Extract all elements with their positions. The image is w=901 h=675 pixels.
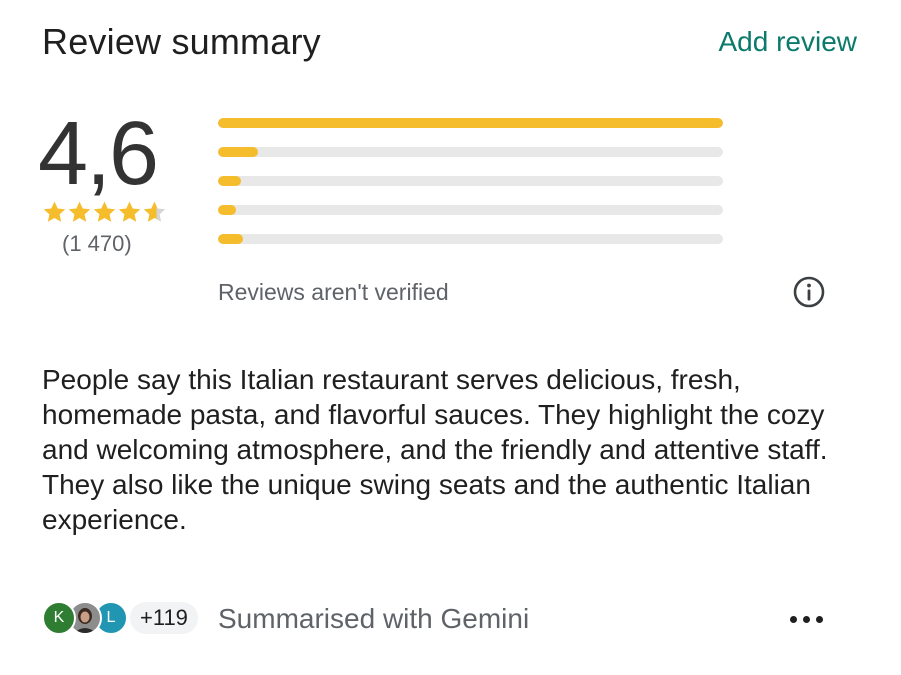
contributor-avatars[interactable]: K L +119	[42, 601, 198, 635]
summarised-with-gemini-text: Summarised with Gemini	[218, 603, 530, 634]
rating-bar-fill	[218, 147, 259, 157]
avatar: K	[42, 601, 76, 635]
rating-bar-fill	[218, 205, 236, 215]
average-rating: 4,6	[38, 104, 159, 204]
rating-bar-fill	[218, 118, 723, 128]
rating-distribution	[218, 118, 723, 263]
star-icon	[118, 201, 141, 222]
review-summary-title: Review summary	[42, 21, 321, 62]
info-icon[interactable]	[792, 275, 826, 309]
review-count: (1 470)	[62, 231, 132, 256]
avatar-initial: L	[106, 609, 116, 626]
rating-bar-4-star	[218, 147, 723, 157]
reviews-not-verified-text: Reviews aren't verified	[218, 279, 449, 305]
star-icon	[143, 201, 166, 222]
rating-bar-2-star	[218, 205, 723, 215]
star-icon	[43, 201, 66, 222]
rating-bar-1-star	[218, 234, 723, 244]
star-rating	[42, 200, 167, 224]
rating-bar-fill	[218, 234, 244, 244]
star-icon	[68, 201, 91, 222]
more-contributors-count: +119	[130, 602, 198, 634]
star-icon	[93, 201, 116, 222]
avatar-initial: K	[53, 609, 65, 626]
more-horizontal-icon[interactable]	[786, 604, 826, 634]
rating-bar-3-star	[218, 176, 723, 186]
ai-summary-text: People say this Italian restaurant serve…	[42, 364, 828, 535]
rating-bar-fill	[218, 176, 241, 186]
rating-bar-5-star	[218, 118, 723, 128]
add-review-button[interactable]: Add review	[718, 24, 857, 60]
